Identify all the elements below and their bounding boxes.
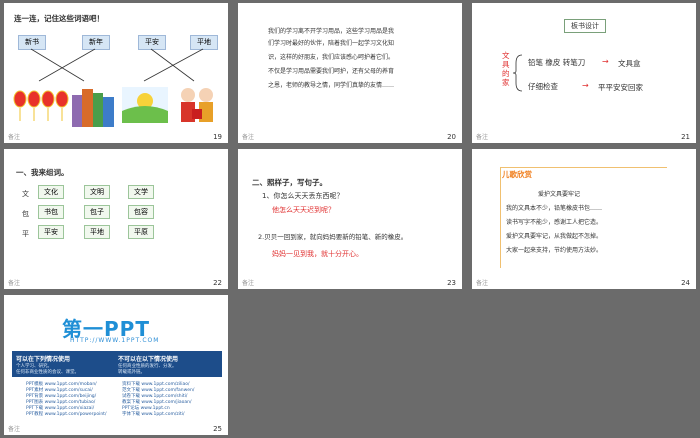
word-box: 平地 bbox=[84, 225, 110, 239]
row1-text: 铅笔 橡皮 转笔刀 bbox=[528, 58, 586, 67]
row2-result: 平平安安回家 bbox=[598, 83, 643, 92]
forbidden-heading: 不可以在以下情况使用 bbox=[118, 356, 179, 363]
row-char: 平 bbox=[22, 230, 29, 238]
row2-text: 仔细检查 bbox=[528, 82, 558, 91]
question-2: 2.贝贝一回到家，就向妈妈要新的铅笔、新的橡皮。 bbox=[258, 233, 408, 241]
slide-19[interactable]: 连一连，记住这些词语吧！ 新书 新年 平安 平地 备注 19 bbox=[4, 3, 228, 143]
row-char: 包 bbox=[22, 210, 29, 218]
arrow-icon: → bbox=[582, 81, 589, 90]
slide-number: 25 bbox=[213, 425, 222, 433]
word-box: 文化 bbox=[38, 185, 64, 199]
question-1: 1、你怎么天天丢东西呢？ bbox=[262, 192, 344, 200]
books-image bbox=[72, 89, 114, 127]
slide-23[interactable]: 二、照样子，写句子。 1、你怎么天天丢东西呢？ 他怎么天天迟到呢？ 2.贝贝一回… bbox=[238, 149, 462, 289]
slide-number: 21 bbox=[681, 133, 690, 141]
poem-header: 儿歌欣赏 bbox=[502, 170, 532, 179]
notes-label: 备注 bbox=[242, 280, 255, 287]
paragraph-line: 我们的学习离不开学习用品，这些学习用品是我 bbox=[268, 28, 395, 35]
arrow-icon: → bbox=[602, 57, 609, 66]
word-box: 书包 bbox=[38, 205, 64, 219]
slide-24[interactable]: 儿歌欣赏 爱护文具要牢记 我的文具本不少，铅笔橡皮书包…… 读书写字不能少，感谢… bbox=[472, 149, 696, 289]
lanterns-image bbox=[13, 90, 69, 121]
family-image bbox=[181, 88, 213, 122]
vertical-title: 文具的家 bbox=[502, 51, 510, 87]
notes-label: 备注 bbox=[8, 426, 21, 433]
slide-21[interactable]: 板书设计 文具的家 铅笔 橡皮 转笔刀 → 文具盒 仔细检查 → 平平安安回家 … bbox=[472, 3, 696, 143]
allowed-item: 任何非商业性质的会议、课堂。 bbox=[16, 370, 79, 375]
paragraph-line: 之恩，老师的教导之情，同学们真挚的友情…… bbox=[268, 82, 395, 89]
row1-result: 文具盒 bbox=[618, 59, 641, 68]
notes-label: 备注 bbox=[242, 134, 255, 141]
notes-label: 备注 bbox=[476, 280, 489, 287]
slide-number: 19 bbox=[213, 133, 222, 141]
bracket-icon bbox=[512, 54, 523, 92]
row-char: 文 bbox=[22, 190, 29, 198]
word-box: 文明 bbox=[84, 185, 110, 199]
notes-label: 备注 bbox=[8, 134, 21, 141]
answer-1: 他怎么天天迟到呢？ bbox=[272, 206, 335, 214]
slide-title: 一、我来组词。 bbox=[16, 168, 69, 177]
paragraph-line: 不仅是学习用品需要我们呵护，还有父母的养育 bbox=[268, 68, 395, 75]
slide-20[interactable]: 我们的学习离不开学习用品，这些学习用品是我 们学习时最好的伙伴，陪着我们一起学习… bbox=[238, 3, 462, 143]
resource-link[interactable]: PPT教程 www.1ppt.com/powerpoint/ bbox=[26, 411, 106, 417]
word-box: 包子 bbox=[84, 205, 110, 219]
poem-line: 我的文具本不少，铅笔橡皮书包…… bbox=[506, 205, 603, 212]
slide-number: 23 bbox=[447, 279, 456, 287]
notes-label: 备注 bbox=[8, 280, 21, 287]
word-box: 平原 bbox=[128, 225, 154, 239]
allowed-heading: 可以在下列情况使用 bbox=[16, 356, 71, 363]
word-box: 包容 bbox=[128, 205, 154, 219]
slide-25[interactable]: 第一PPT HTTP://WWW.1PPT.COM 可以在下列情况使用 不可以在… bbox=[4, 295, 228, 435]
slide-number: 22 bbox=[213, 279, 222, 287]
resource-link[interactable]: 字体下载 www.1ppt.com/ziti/ bbox=[122, 411, 185, 417]
poem-line: 爱护文具要牢记 bbox=[538, 191, 581, 198]
poem-line: 读书写字不能少，感谢工人把它造。 bbox=[506, 219, 603, 226]
answer-2: 妈妈一见到我，就十分开心。 bbox=[272, 250, 363, 258]
slide-number: 24 bbox=[681, 279, 690, 287]
word-box: 平安 bbox=[38, 225, 64, 239]
forbidden-item: 转载或外链。 bbox=[118, 370, 145, 375]
poem-line: 爱护文具要牢记，从我做起不怎掉。 bbox=[506, 233, 603, 240]
word-box: 文学 bbox=[128, 185, 154, 199]
slide-number: 20 bbox=[447, 133, 456, 141]
poem-line: 大家一起来支持，节约使用方法妙。 bbox=[506, 247, 603, 254]
paragraph-line: 们学习时最好的伙伴，陪着我们一起学习文化知 bbox=[268, 40, 395, 47]
notes-label: 备注 bbox=[476, 134, 489, 141]
paragraph-line: 识，这样的好朋友，我们应该感心呵护着它们。 bbox=[268, 54, 395, 61]
logo-url: HTTP://WWW.1PPT.COM bbox=[70, 337, 160, 344]
slide-22[interactable]: 一、我来组词。 文 文化 文明 文学 包 书包 包子 包容 平 平安 平地 平原… bbox=[4, 149, 228, 289]
board-design-header: 板书设计 bbox=[564, 19, 606, 33]
slide-title: 二、照样子，写句子。 bbox=[252, 178, 327, 187]
landscape-image bbox=[122, 87, 168, 123]
